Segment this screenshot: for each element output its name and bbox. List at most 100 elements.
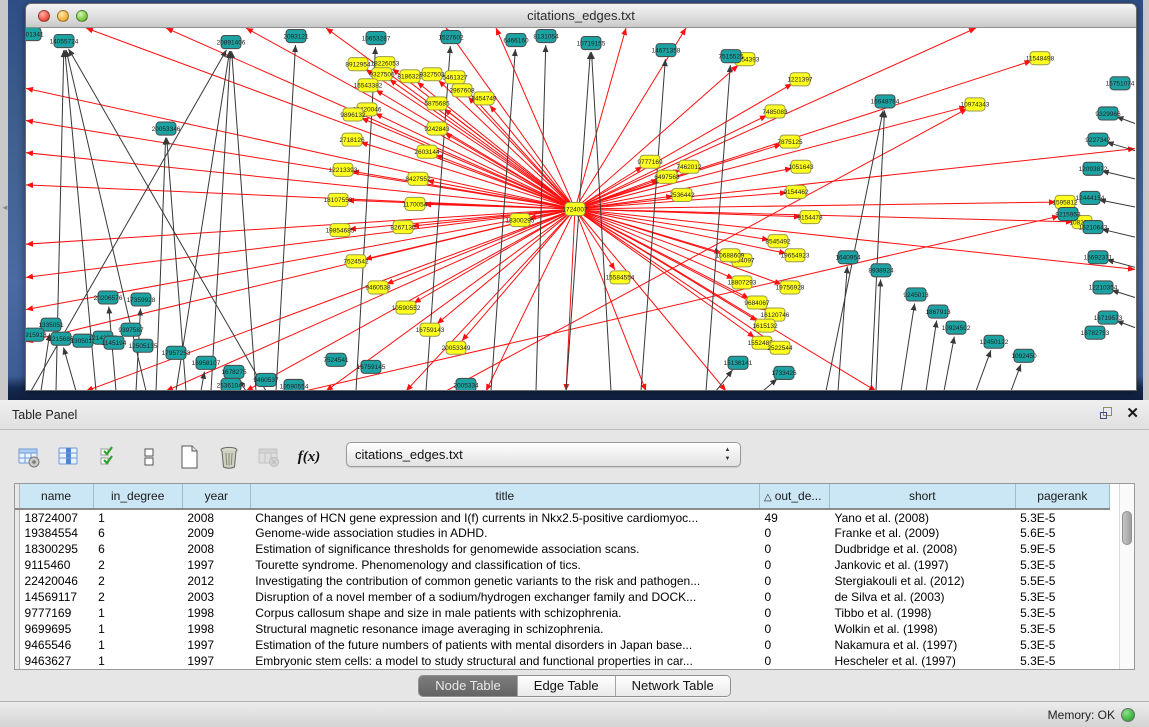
table-cell[interactable]: Stergiakouli et al. (2012) [829, 573, 1015, 589]
column-header-year[interactable]: year [182, 484, 250, 509]
minimize-window-icon[interactable] [57, 10, 69, 22]
graph-node[interactable] [221, 378, 241, 391]
graph-node[interactable] [755, 319, 775, 332]
table-cell[interactable]: 0 [760, 557, 830, 573]
graph-node[interactable] [1014, 349, 1034, 362]
table-cell[interactable]: 2003 [182, 589, 250, 605]
float-panel-icon[interactable] [1100, 407, 1114, 421]
graph-node[interactable] [104, 336, 124, 349]
graph-node[interactable] [26, 328, 44, 341]
table-cell[interactable]: 2 [93, 573, 182, 589]
table-cell[interactable]: 1997 [182, 557, 250, 573]
table-cell[interactable]: 5.3E-5 [1015, 557, 1109, 573]
table-row[interactable]: 1456911722003Disruption of a novel membe… [15, 589, 1110, 605]
graph-node[interactable] [330, 224, 350, 237]
column-header-title[interactable]: title [250, 484, 759, 509]
table-cell[interactable]: 9463627 [19, 653, 93, 669]
network-canvas[interactable]: 1724007891295418226053932750616543382818… [26, 28, 1136, 391]
graph-node[interactable] [445, 71, 465, 84]
table-scrollbar-thumb[interactable] [1122, 511, 1132, 545]
graph-node[interactable] [396, 301, 416, 314]
graph-node[interactable] [441, 31, 461, 44]
table-cell[interactable]: 2012 [182, 573, 250, 589]
table-cell[interactable]: 14569117 [19, 589, 93, 605]
graph-node[interactable] [361, 360, 381, 373]
graph-node[interactable] [679, 160, 699, 173]
table-cell[interactable]: 5.3E-5 [1015, 621, 1109, 637]
graph-node[interactable] [770, 341, 790, 354]
graph-node[interactable] [1083, 221, 1103, 234]
graph-node[interactable] [1058, 207, 1078, 220]
graph-node[interactable] [1098, 311, 1118, 324]
graph-node[interactable] [946, 321, 966, 334]
graph-node[interactable] [785, 249, 805, 262]
table-cell[interactable]: Yano et al. (2008) [829, 509, 1015, 525]
graph-node[interactable] [928, 305, 948, 318]
table-cell[interactable]: 5.9E-5 [1015, 541, 1109, 557]
graph-node[interactable] [256, 373, 276, 386]
graph-node[interactable] [721, 50, 741, 63]
graph-node[interactable] [565, 202, 585, 215]
table-row[interactable]: 1830029562008Estimation of significance … [15, 541, 1110, 557]
table-cell[interactable]: 0 [760, 637, 830, 653]
table-cell[interactable]: Genome-wide association studies in ADHD. [250, 525, 759, 541]
graph-node[interactable] [1088, 251, 1108, 264]
table-row[interactable]: 977716911998Corpus callosum shape and si… [15, 605, 1110, 621]
graph-node[interactable] [1098, 107, 1118, 120]
graph-node[interactable] [368, 281, 388, 294]
table-cell[interactable]: 2 [93, 589, 182, 605]
graph-node[interactable] [656, 44, 676, 57]
graph-node[interactable] [326, 353, 346, 366]
graph-node[interactable] [400, 70, 420, 83]
graph-node[interactable] [346, 255, 366, 268]
graph-node[interactable] [131, 293, 151, 306]
table-cell[interactable]: Estimation of significance thresholds fo… [250, 541, 759, 557]
table-cell[interactable]: 5.3E-5 [1015, 653, 1109, 669]
graph-node[interactable] [348, 58, 368, 71]
table-cell[interactable]: Changes of HCN gene expression and I(f) … [250, 509, 759, 525]
table-row[interactable]: 2242004622012Investigating the contribut… [15, 573, 1110, 589]
table-cell[interactable]: Tibbo et al. (1998) [829, 605, 1015, 621]
table-cell[interactable]: 1 [93, 653, 182, 669]
graph-node[interactable] [871, 264, 891, 277]
table-cell[interactable]: 18724007 [19, 509, 93, 525]
graph-node[interactable] [1083, 162, 1103, 175]
table-cell[interactable]: 2009 [182, 525, 250, 541]
column-checklist-icon[interactable] [94, 442, 124, 472]
graph-node[interactable] [1030, 52, 1050, 65]
table-cell[interactable]: 2008 [182, 541, 250, 557]
graph-node[interactable] [965, 98, 985, 111]
table-cell[interactable]: 6 [93, 541, 182, 557]
graph-node[interactable] [427, 97, 447, 110]
table-row[interactable]: 1872400712008Changes of HCN gene express… [15, 509, 1110, 525]
graph-node[interactable] [405, 197, 425, 210]
graph-node[interactable] [393, 221, 413, 234]
graph-node[interactable] [1110, 77, 1130, 90]
table-cell[interactable]: 1998 [182, 621, 250, 637]
table-cell[interactable]: 19384554 [19, 525, 93, 541]
table-cell[interactable]: 1 [93, 509, 182, 525]
table-cell[interactable]: 0 [760, 573, 830, 589]
graph-node[interactable] [427, 122, 447, 135]
delete-table-icon[interactable] [214, 442, 244, 472]
graph-node[interactable] [780, 135, 800, 148]
graph-node[interactable] [506, 34, 526, 47]
table-cell[interactable]: de Silva et al. (2003) [829, 589, 1015, 605]
graph-node[interactable] [786, 185, 806, 198]
table-scrollbar[interactable] [1119, 484, 1134, 669]
tab-edge-table[interactable]: Edge Table [518, 676, 616, 696]
table-cell[interactable]: Tourette syndrome. Phenomenology and cla… [250, 557, 759, 573]
row-height-icon[interactable] [134, 442, 164, 472]
graph-node[interactable] [343, 108, 363, 121]
graph-node[interactable] [640, 155, 660, 168]
graph-node[interactable] [728, 356, 748, 369]
panel-collapse-arrow-icon[interactable]: ◄ [1, 202, 7, 214]
graph-node[interactable] [366, 32, 386, 45]
table-cell[interactable]: 1 [93, 621, 182, 637]
table-selector-dropdown[interactable]: citations_edges.txt ▲▼ [346, 442, 741, 467]
table-cell[interactable]: 9777169 [19, 605, 93, 621]
graph-node[interactable] [196, 356, 216, 369]
graph-node[interactable] [333, 163, 353, 176]
column-header-short[interactable]: short [829, 484, 1015, 509]
table-cell[interactable]: 5.3E-5 [1015, 509, 1109, 525]
